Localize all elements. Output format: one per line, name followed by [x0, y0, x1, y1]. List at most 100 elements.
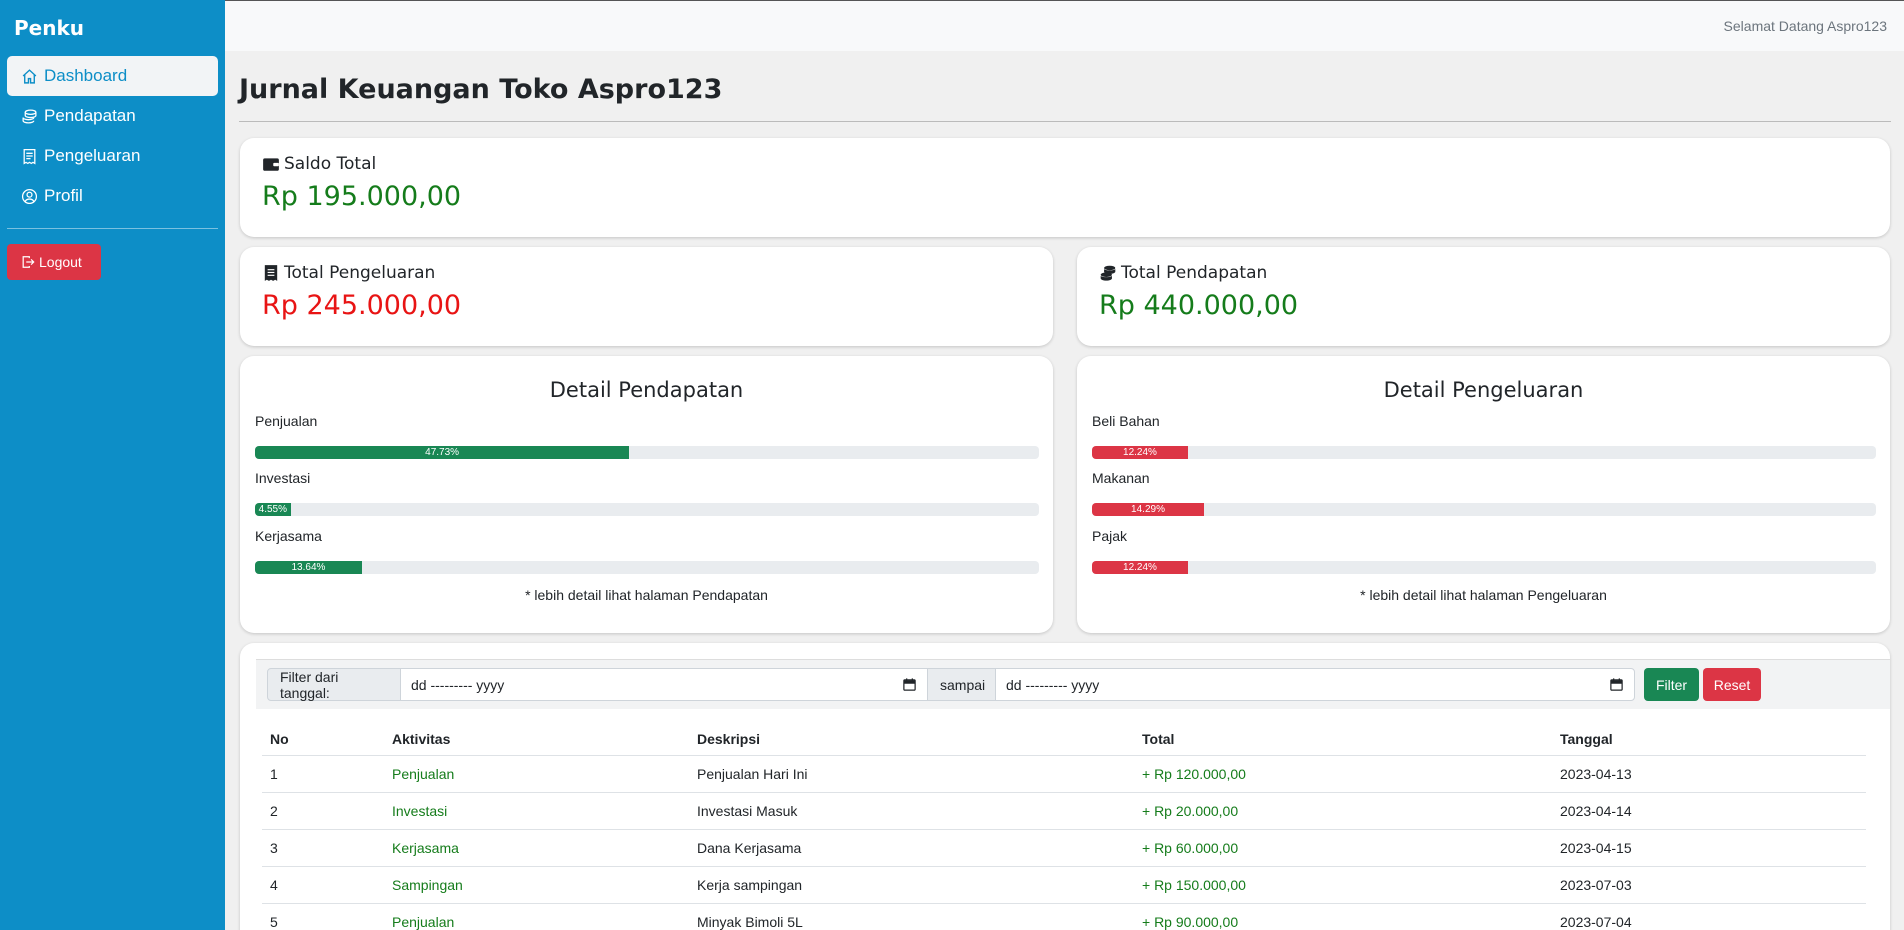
reset-button[interactable]: Reset [1703, 668, 1761, 701]
welcome-text: Selamat Datang Aspro123 [1723, 18, 1887, 34]
date-to-value: dd --------- yyyy [1006, 676, 1100, 693]
progress-pajak: 12.24% [1092, 561, 1876, 574]
cell-aktivitas: Penjualan [392, 766, 455, 782]
header-total: Total [1142, 731, 1175, 747]
cell-tanggal: 2023-04-13 [1560, 766, 1632, 782]
date-from-input[interactable]: dd --------- yyyy [400, 668, 928, 701]
topbar: Selamat Datang Aspro123 [225, 0, 1904, 51]
filter-button[interactable]: Filter [1644, 668, 1699, 701]
cell-no: 3 [270, 840, 278, 856]
logout-icon [22, 256, 35, 268]
sidebar-item-pengeluaran[interactable]: Pengeluaran [7, 136, 218, 176]
user-circle-icon [21, 188, 38, 204]
header-deskripsi: Deskripsi [697, 731, 761, 747]
cell-total: + Rp 20.000,00 [1142, 803, 1239, 819]
cell-tanggal: 2023-07-03 [1560, 877, 1632, 893]
cell-aktivitas: Investasi [392, 803, 448, 819]
filter-to-label: sampai [927, 668, 996, 701]
pengeluaran-value: Rp 245.000,00 [262, 290, 462, 321]
sidebar: Penku Dashboard Pendapatan Pengeluaran P… [0, 0, 225, 930]
cell-total: + Rp 90.000,00 [1142, 914, 1239, 930]
date-to-input[interactable]: dd --------- yyyy [995, 668, 1635, 701]
bar-label-investasi: Investasi [255, 470, 311, 486]
detail-pengeluaran-note: * lebih detail lihat halaman Pengeluaran [1360, 587, 1607, 603]
table-row: 5 Penjualan Minyak Bimoli 5L + Rp 90.000… [262, 904, 1866, 930]
progress-makanan: 14.29% [1092, 503, 1876, 516]
progress-fill: 12.24% [1092, 446, 1188, 459]
header-aktivitas: Aktivitas [392, 731, 451, 747]
bar-label-kerjasama: Kerjasama [255, 528, 322, 544]
cell-no: 1 [270, 766, 278, 782]
progress-fill: 13.64% [255, 561, 362, 574]
sidebar-item-label: Dashboard [44, 66, 128, 85]
page-title: Jurnal Keuangan Toko Aspro123 [239, 74, 723, 105]
cell-total: + Rp 60.000,00 [1142, 840, 1239, 856]
progress-fill: 12.24% [1092, 561, 1188, 574]
cell-no: 4 [270, 877, 278, 893]
cell-aktivitas: Sampingan [392, 877, 463, 893]
sidebar-item-profil[interactable]: Profil [7, 176, 218, 216]
cell-tanggal: 2023-04-15 [1560, 840, 1632, 856]
bar-label-pajak: Pajak [1092, 528, 1128, 544]
coins-icon [22, 108, 37, 124]
cell-deskripsi: Minyak Bimoli 5L [697, 914, 803, 930]
cell-deskripsi: Dana Kerjasama [697, 840, 802, 856]
calendar-icon[interactable] [1609, 677, 1624, 692]
sidebar-divider [7, 228, 218, 229]
cell-total: + Rp 150.000,00 [1142, 877, 1246, 893]
logout-label: Logout [39, 254, 82, 270]
cell-no: 2 [270, 803, 278, 819]
cell-aktivitas: Penjualan [392, 914, 455, 930]
pengeluaran-label: Total Pengeluaran [284, 263, 436, 283]
saldo-card: Saldo Total Rp 195.000,00 [240, 138, 1890, 237]
pendapatan-value: Rp 440.000,00 [1099, 290, 1299, 321]
table-row: 3 Kerjasama Dana Kerjasama + Rp 60.000,0… [262, 830, 1866, 867]
detail-pengeluaran-card: Detail Pengeluaran Beli Bahan 12.24% Mak… [1077, 356, 1890, 633]
logout-button[interactable]: Logout [7, 244, 101, 280]
sidebar-item-label: Profil [44, 186, 83, 205]
cell-aktivitas: Kerjasama [392, 840, 459, 856]
sidebar-item-label: Pengeluaran [44, 146, 141, 165]
progress-kerjasama: 13.64% [255, 561, 1039, 574]
date-from-value: dd --------- yyyy [411, 676, 505, 693]
title-divider [239, 121, 1891, 122]
cell-tanggal: 2023-07-04 [1560, 914, 1632, 930]
calendar-icon[interactable] [902, 677, 917, 692]
sidebar-item-pendapatan[interactable]: Pendapatan [7, 96, 218, 136]
date-filter-bar: Filter dari tanggal: dd --------- yyyy s… [256, 659, 1890, 709]
sidebar-nav: Dashboard Pendapatan Pengeluaran Profil [0, 56, 225, 216]
pengeluaran-label-row: Total Pengeluaran [262, 263, 435, 283]
brand-logo[interactable]: Penku [0, 0, 225, 56]
progress-beli-bahan: 12.24% [1092, 446, 1876, 459]
total-pendapatan-card: Total Pendapatan Rp 440.000,00 [1077, 247, 1890, 346]
table-row: 1 Penjualan Penjualan Hari Ini + Rp 120.… [262, 756, 1866, 793]
coins-icon [1100, 265, 1116, 281]
sidebar-item-dashboard[interactable]: Dashboard [7, 56, 218, 96]
progress-investasi: 4.55% [255, 503, 1039, 516]
detail-pendapatan-title: Detail Pendapatan [549, 378, 744, 402]
header-no: No [270, 731, 289, 747]
saldo-label-row: Saldo Total [262, 154, 376, 174]
progress-fill: 14.29% [1092, 503, 1205, 516]
table-header-row: No Aktivitas Deskripsi Total Tanggal [262, 723, 1866, 756]
table-row: 4 Sampingan Kerja sampingan + Rp 150.000… [262, 867, 1866, 904]
bar-label-makanan: Makanan [1092, 470, 1150, 486]
saldo-label: Saldo Total [284, 154, 377, 174]
progress-fill: 47.73% [255, 446, 630, 459]
receipt-icon [23, 148, 36, 165]
cell-no: 5 [270, 914, 278, 930]
receipt-icon [264, 265, 278, 281]
progress-fill: 4.55% [255, 503, 291, 516]
bar-label-beli-bahan: Beli Bahan [1092, 413, 1160, 429]
cell-deskripsi: Penjualan Hari Ini [697, 766, 808, 782]
filter-from-label: Filter dari tanggal: [267, 668, 401, 701]
sidebar-item-label: Pendapatan [44, 106, 136, 125]
home-icon [22, 68, 37, 84]
transactions-table: No Aktivitas Deskripsi Total Tanggal 1 P… [262, 723, 1866, 930]
detail-pengeluaran-title: Detail Pengeluaran [1383, 378, 1584, 402]
pendapatan-label-row: Total Pendapatan [1099, 263, 1267, 283]
pendapatan-label: Total Pendapatan [1121, 263, 1268, 283]
cell-deskripsi: Investasi Masuk [697, 803, 798, 819]
header-tanggal: Tanggal [1560, 731, 1613, 747]
detail-pendapatan-note: * lebih detail lihat halaman Pendapatan [525, 587, 768, 603]
